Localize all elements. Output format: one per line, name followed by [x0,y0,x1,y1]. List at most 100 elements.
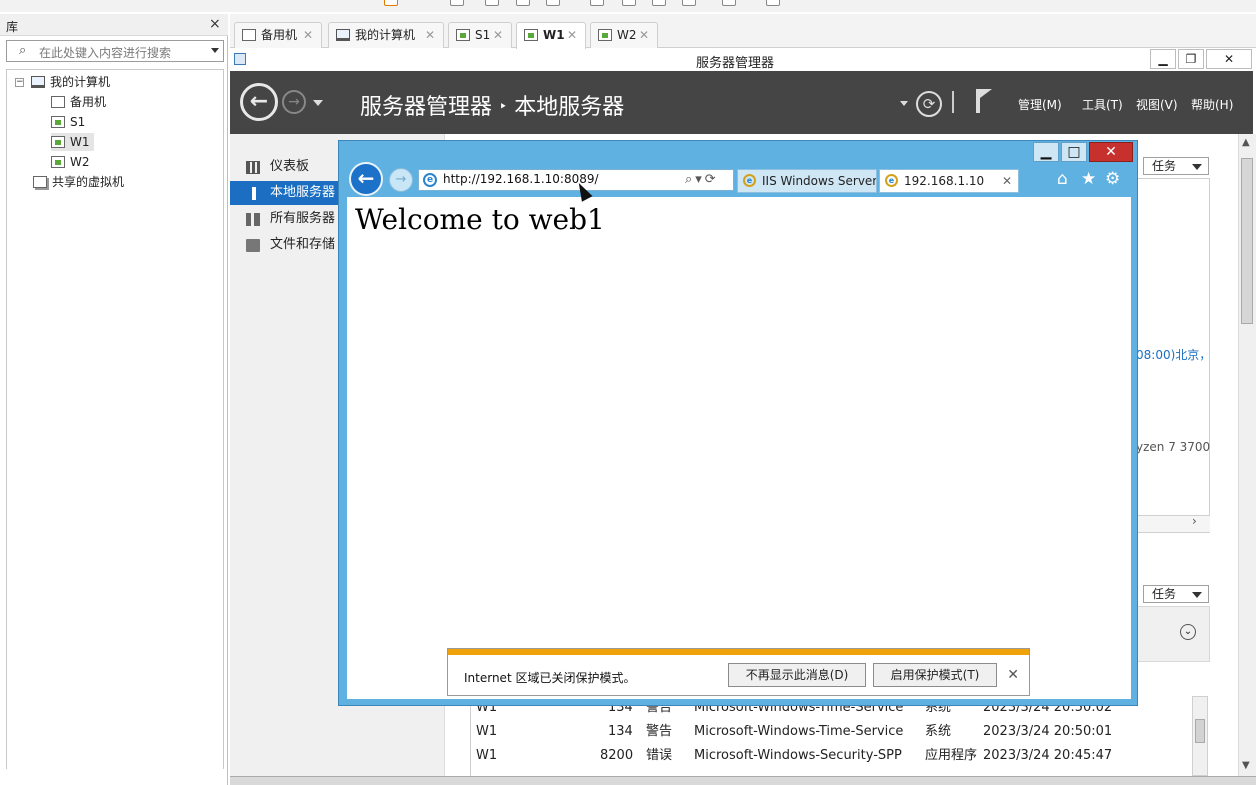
scroll-down-icon[interactable]: ▼ [1242,760,1250,771]
fullscreen-icon[interactable] [590,0,604,6]
console-icon[interactable] [652,0,666,6]
close-icon[interactable]: ✕ [425,23,435,47]
forward-arrow-icon[interactable]: → [389,168,413,192]
chevron-right-icon[interactable]: › [1192,514,1197,528]
forward-arrow-icon[interactable]: → [282,90,306,114]
close-icon[interactable]: ✕ [303,23,313,47]
tree-item-w2[interactable]: W2 [51,153,90,171]
table-row[interactable]: W1 134 警告 Microsoft-Windows-Time-Service… [476,720,1112,744]
snapshot-manager-icon[interactable] [546,0,560,6]
server-manager-icon [234,53,246,65]
computer-icon [336,29,350,41]
pause-icon[interactable] [384,0,398,6]
minimize-button[interactable]: ▁ [1033,142,1059,162]
close-icon[interactable]: × [209,16,221,32]
breadcrumb: 服务器管理器 ‣ 本地服务器 [360,89,624,121]
collapse-icon[interactable]: − [15,78,24,87]
close-icon[interactable]: ✕ [1002,170,1012,192]
library-toggle-icon[interactable] [722,0,736,6]
scroll-thumb[interactable] [1241,158,1253,324]
ie-logo-icon: e [743,174,756,187]
gear-icon[interactable]: ⚙ [1105,169,1120,189]
event-log: 应用程序 [925,748,978,763]
home-icon[interactable]: ⌂ [1057,169,1068,189]
scroll-thumb[interactable] [1195,719,1205,743]
close-button[interactable]: ✕ [1089,142,1133,162]
event-date: 2023/3/24 20:50:01 [983,724,1113,739]
vm-running-icon [51,156,65,168]
tree-item-s1[interactable]: S1 [51,113,85,131]
breadcrumb-root[interactable]: 服务器管理器 [360,95,492,120]
ie-logo-icon: e [885,174,898,187]
menu-help[interactable]: 帮助(H) [1191,96,1233,113]
scroll-up-icon[interactable]: ▲ [1242,137,1250,148]
processor-value: yzen 7 3700 [1136,440,1210,454]
shared-vm-icon [33,176,47,188]
vertical-scrollbar[interactable]: ▲ ▼ [1238,134,1256,776]
unity-icon[interactable] [622,0,636,6]
nav-label: 仪表板 [270,159,310,174]
close-icon[interactable]: ✕ [493,23,503,47]
event-source: Microsoft-Windows-Time-Service [694,724,904,739]
library-search-input[interactable]: ⌕ 在此处键入内容进行搜索 [6,40,224,62]
menu-tools[interactable]: 工具(T) [1082,96,1123,113]
close-icon[interactable]: ✕ [567,23,577,47]
maximize-button[interactable]: □ [1061,142,1087,162]
vm-running-icon [598,29,612,41]
close-icon[interactable]: ✕ [1007,667,1019,683]
vm-running-icon [524,29,538,41]
expand-icon[interactable]: ⌄ [1180,624,1196,640]
event-source: Microsoft-Windows-Security-SPP [694,748,902,763]
vm-icon [51,96,65,108]
nav-label: 文件和存储 [270,237,336,252]
address-tools-icons[interactable]: ⌕▾⟳ [685,172,719,187]
thumbnail-icon[interactable] [766,0,780,6]
stretch-icon[interactable] [682,0,696,6]
close-icon[interactable]: ✕ [639,23,649,47]
refresh-icon[interactable]: ⟳ [916,91,942,117]
snapshot-icon[interactable] [485,0,499,6]
horizontal-scrollbar[interactable] [1136,515,1210,532]
tree-item-w1[interactable]: W1 [51,133,94,151]
tree-item-backup[interactable]: 备用机 [51,93,106,111]
minimize-button[interactable]: ▁ [1150,49,1176,69]
tab-s1[interactable]: S1 ✕ [448,22,512,48]
tasks-dropdown[interactable]: 任务 [1143,157,1209,175]
tree-item-label: 我的计算机 [50,75,111,89]
browser-tab-active[interactable]: e 192.168.1.10 ✕ [879,169,1019,193]
browser-tab-label: 192.168.1.10 [904,174,985,188]
tab-w2[interactable]: W2 ✕ [590,22,658,48]
server-icon [252,187,256,200]
back-arrow-icon[interactable]: ← [240,83,278,121]
tab-backup[interactable]: 备用机 ✕ [234,22,322,48]
infobar-accent [448,649,1029,655]
restore-button[interactable]: ❐ [1178,49,1204,69]
revert-icon[interactable] [516,0,530,6]
event-log: 系统 [925,724,952,739]
table-row[interactable]: W1 8200 错误 Microsoft-Windows-Security-SP… [476,744,1112,768]
enable-protected-mode-button[interactable]: 启用保护模式(T) [873,663,997,687]
events-scrollbar[interactable] [1192,696,1208,776]
tree-item-my-computer[interactable]: 我的计算机 [31,73,110,91]
browser-tab-iis[interactable]: e IIS Windows Server [737,169,877,193]
notification-flag-icon[interactable] [976,89,980,113]
tasks-dropdown-events[interactable]: 任务 [1143,585,1209,603]
chevron-down-icon[interactable] [211,48,219,53]
favorites-star-icon[interactable]: ★ [1081,169,1096,189]
chevron-down-icon[interactable] [313,100,323,106]
search-icon: ⌕ [19,43,27,58]
tree-item-shared-vms[interactable]: 共享的虚拟机 [33,173,124,191]
tab-my-computer[interactable]: 我的计算机 ✕ [328,22,444,48]
menu-view[interactable]: 视图(V) [1136,96,1178,113]
dont-show-again-button[interactable]: 不再显示此消息(D) [728,663,866,687]
send-icon[interactable] [450,0,464,6]
tree-item-label: 共享的虚拟机 [52,175,125,189]
close-button[interactable]: ✕ [1206,49,1252,69]
back-arrow-icon[interactable]: ← [349,162,383,196]
chevron-down-icon[interactable] [900,101,908,106]
dashboard-icon [246,161,260,174]
menu-manage[interactable]: 管理(M) [1018,96,1062,113]
nav-label: 所有服务器 [270,211,336,226]
timezone-link[interactable]: 08:00)北京， [1136,346,1210,363]
tab-w1[interactable]: W1 ✕ [516,22,586,49]
